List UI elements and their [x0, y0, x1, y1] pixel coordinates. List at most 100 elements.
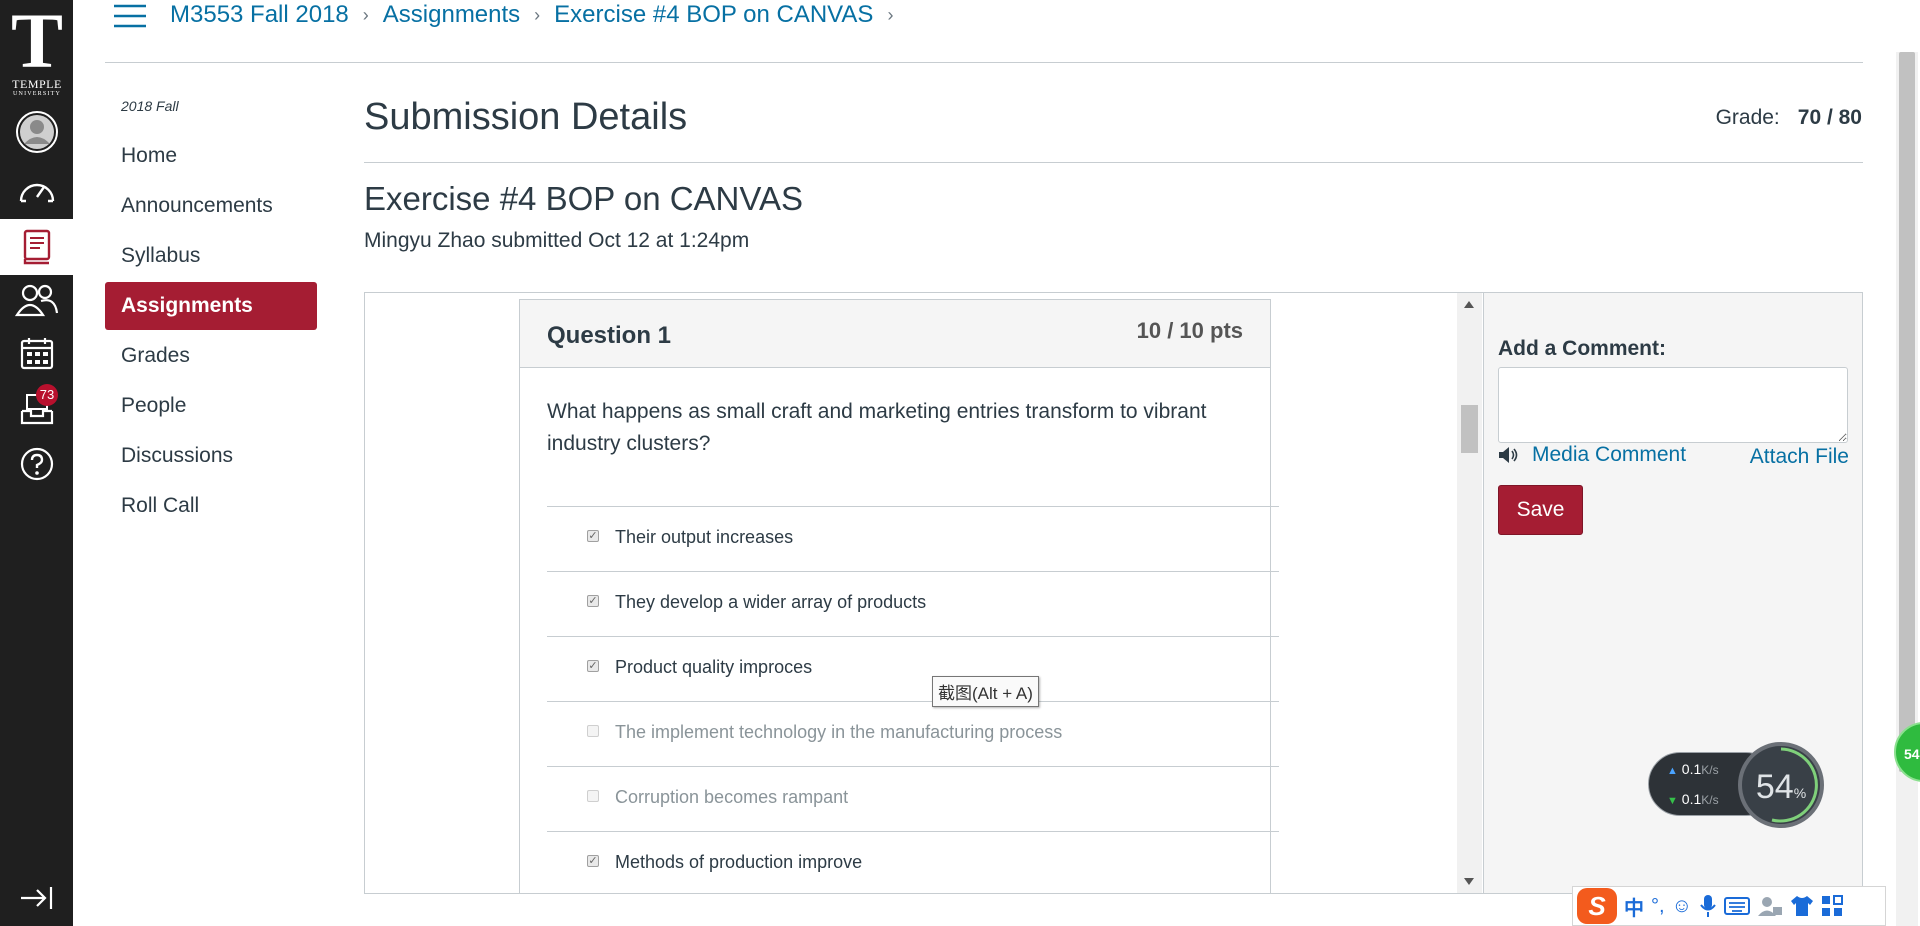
download-value: 0.1: [1681, 791, 1702, 807]
answer-item: Corruption becomes rampant: [547, 766, 1279, 831]
answer-label: Product quality improces: [615, 657, 813, 677]
usage-percent-value: 54: [1755, 768, 1794, 806]
help-icon: [20, 447, 53, 481]
assignment-title: Exercise #4 BOP on CANVAS: [364, 180, 803, 217]
breadcrumb-course[interactable]: M3553 Fall 2018: [170, 1, 349, 29]
usage-percent: 54%: [1742, 768, 1820, 807]
scroll-down-arrow[interactable]: [1464, 878, 1474, 885]
ime-mode-toggle[interactable]: 中: [1624, 892, 1644, 921]
page-scrollbar[interactable]: [1896, 52, 1918, 926]
scroll-thumb[interactable]: [1461, 405, 1478, 453]
toolbox-grid-icon[interactable]: [1821, 895, 1843, 917]
ime-toolbar: S 中 °, ☺: [1572, 886, 1886, 926]
question-card: Question 1 10 / 10 pts What happens as s…: [519, 299, 1279, 893]
breadcrumb-assignments[interactable]: Assignments: [383, 1, 520, 29]
user-tools-icon[interactable]: [1757, 895, 1783, 917]
question-text: What happens as small craft and marketin…: [547, 400, 1207, 455]
skin-shirt-icon[interactable]: [1790, 895, 1814, 917]
sogou-logo-icon[interactable]: S: [1577, 888, 1617, 924]
memory-usage-circle: 54%: [1738, 742, 1824, 828]
groups-icon: [14, 284, 58, 317]
course-nav-roll-call[interactable]: Roll Call: [105, 482, 317, 530]
answer-checkbox-unchecked: [587, 790, 599, 802]
grade-value: 70 / 80: [1797, 106, 1862, 129]
title-divider: [364, 162, 1863, 163]
course-menu-toggle[interactable]: [113, 3, 147, 29]
answer-item: The implement technology in the manufact…: [547, 701, 1279, 766]
course-nav-grades[interactable]: Grades: [105, 332, 317, 380]
preview-scrollbar[interactable]: [1457, 293, 1482, 893]
breadcrumb-sep: ›: [887, 4, 894, 25]
inbox-badge: 73: [36, 384, 58, 406]
add-comment-label: Add a Comment:: [1498, 337, 1666, 360]
keyboard-icon[interactable]: [1723, 896, 1750, 916]
download-arrow-icon: ▼: [1667, 795, 1678, 807]
logo-sub: UNIVERSITY: [13, 91, 61, 97]
nav-groups[interactable]: [0, 272, 73, 328]
screenshot-tooltip: 截图(Alt + A): [932, 676, 1039, 707]
microphone-icon[interactable]: [1699, 894, 1717, 918]
nav-help[interactable]: [0, 436, 73, 492]
answer-label: They develop a wider array of products: [615, 592, 927, 612]
dashboard-icon: [19, 183, 54, 203]
answer-item: ✓ Methods of production improve: [547, 831, 1279, 893]
download-speed: ▼ 0.1K/s: [1667, 791, 1719, 807]
question-label: Question 1: [547, 322, 672, 349]
course-term: 2018 Fall: [121, 98, 179, 114]
scroll-up-arrow[interactable]: [1464, 301, 1474, 308]
temple-logo[interactable]: T TEMPLE UNIVERSITY: [4, 0, 70, 98]
breadcrumb-assignment[interactable]: Exercise #4 BOP on CANVAS: [554, 1, 873, 29]
nav-courses[interactable]: [0, 219, 73, 275]
answer-item: ✓ Product quality improces: [547, 636, 1279, 701]
course-nav-discussions[interactable]: Discussions: [105, 432, 317, 480]
course-nav-syllabus[interactable]: Syllabus: [105, 232, 317, 280]
ime-punct-toggle[interactable]: °,: [1651, 895, 1665, 918]
question-header: Question 1 10 / 10 pts: [520, 300, 1270, 368]
attach-file-link[interactable]: Attach File: [1750, 445, 1849, 469]
answer-label: Corruption becomes rampant: [615, 787, 849, 807]
collapse-nav-button[interactable]: [0, 870, 73, 926]
submission-info: Mingyu Zhao submitted Oct 12 at 1:24pm: [364, 229, 750, 252]
course-nav: 2018 Fall Home Announcements Syllabus As…: [105, 80, 317, 532]
upload-value: 0.1: [1681, 761, 1702, 777]
answer-label: The implement technology in the manufact…: [615, 722, 1063, 742]
network-speed-widget[interactable]: ▲ 0.1K/s ▼ 0.1K/s 54%: [1648, 742, 1828, 830]
account-icon: [15, 111, 58, 153]
media-comment-link[interactable]: Media Comment: [1498, 443, 1686, 467]
nav-account[interactable]: [0, 104, 73, 160]
calendar-icon: [20, 338, 53, 370]
upload-arrow-icon: ▲: [1667, 765, 1678, 777]
page-title: Submission Details: [364, 96, 688, 138]
answer-checkbox-unchecked: [587, 725, 599, 737]
save-comment-button[interactable]: Save: [1498, 485, 1583, 535]
breadcrumb: M3553 Fall 2018 › Assignments › Exercise…: [170, 0, 907, 30]
submission-preview[interactable]: Question 1 10 / 10 pts What happens as s…: [365, 293, 1483, 893]
answer-label: Their output increases: [615, 527, 794, 547]
answer-item: ✓ They develop a wider array of products: [547, 571, 1279, 636]
answer-list: ✓ Their output increases ✓ They develop …: [547, 506, 1279, 893]
media-comment-label: Media Comment: [1532, 443, 1687, 466]
course-nav-people[interactable]: People: [105, 382, 317, 430]
emoji-icon[interactable]: ☺: [1672, 895, 1692, 918]
breadcrumb-sep: ›: [362, 4, 369, 25]
hamburger-icon: [114, 4, 146, 28]
submission-frame: Question 1 10 / 10 pts What happens as s…: [364, 292, 1863, 894]
course-nav-assignments[interactable]: Assignments: [105, 282, 317, 330]
answer-checkbox-checked: ✓: [587, 595, 599, 607]
page-scroll-thumb[interactable]: [1899, 52, 1915, 772]
course-nav-home[interactable]: Home: [105, 132, 317, 180]
upload-unit: K/s: [1701, 763, 1719, 777]
nav-calendar[interactable]: [0, 325, 73, 381]
logo-letter: T: [10, 0, 64, 84]
grade-label: Grade:: [1715, 106, 1780, 129]
header-divider: [105, 62, 1863, 63]
logo-word: TEMPLE: [12, 77, 62, 91]
nav-inbox[interactable]: 73: [0, 380, 73, 436]
usage-percent-sign: %: [1793, 785, 1807, 801]
nav-dashboard[interactable]: [0, 162, 73, 218]
question-points: 10 / 10 pts: [1136, 318, 1243, 343]
comment-textarea[interactable]: [1498, 367, 1848, 443]
course-nav-announcements[interactable]: Announcements: [105, 182, 317, 230]
courses-icon: [23, 229, 50, 265]
speaker-icon: [1499, 447, 1518, 463]
